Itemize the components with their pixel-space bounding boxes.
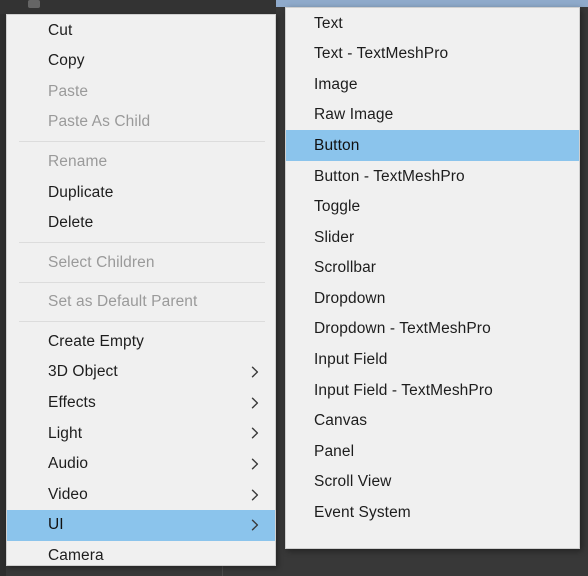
- menu-item-label: Dropdown - TextMeshPro: [314, 320, 491, 338]
- menu-item-label: Camera: [48, 547, 104, 565]
- menu-item-label: Cut: [48, 21, 73, 39]
- menu-separator: [19, 321, 265, 323]
- submenu-item-panel[interactable]: Panel: [286, 436, 579, 467]
- submenu-item-canvas[interactable]: Canvas: [286, 406, 579, 437]
- menu-item-duplicate[interactable]: Duplicate: [7, 177, 275, 208]
- menu-item-label: Delete: [48, 214, 94, 232]
- menu-separator: [19, 141, 265, 143]
- menu-item-paste: Paste: [7, 76, 275, 107]
- menu-item-label: Event System: [314, 504, 411, 522]
- menu-item-label: Image: [314, 75, 358, 93]
- menu-item-label: Select Children: [48, 253, 155, 271]
- menu-item-label: Create Empty: [48, 332, 144, 350]
- submenu-item-scroll-view[interactable]: Scroll View: [286, 467, 579, 498]
- window-titlebar-strip: [276, 0, 588, 7]
- submenu-item-scrollbar[interactable]: Scrollbar: [286, 253, 579, 284]
- menu-item-label: Text: [314, 14, 343, 32]
- menu-item-ui[interactable]: UI: [7, 509, 275, 541]
- menu-item-camera[interactable]: Camera: [7, 541, 275, 572]
- menu-item-label: Set as Default Parent: [48, 293, 198, 311]
- menu-item-label: Canvas: [314, 412, 368, 430]
- menu-item-label: Button: [314, 136, 360, 154]
- menu-item-select-children: Select Children: [7, 247, 275, 278]
- submenu-item-button-textmeshpro[interactable]: Button - TextMeshPro: [286, 161, 579, 192]
- editor-toolbar-strip: [0, 0, 276, 14]
- chevron-right-icon: [250, 458, 260, 470]
- menu-item-label: 3D Object: [48, 363, 118, 381]
- chevron-right-icon: [250, 366, 260, 378]
- menu-item-label: Paste As Child: [48, 113, 151, 131]
- menu-item-label: Panel: [314, 442, 355, 460]
- menu-separator: [19, 281, 265, 283]
- chevron-right-icon: [250, 489, 260, 501]
- submenu-item-event-system[interactable]: Event System: [286, 498, 579, 529]
- menu-item-label: Paste: [48, 82, 89, 100]
- menu-item-label: Slider: [314, 228, 355, 246]
- menu-item-label: Input Field: [314, 351, 388, 369]
- menu-item-label: Copy: [48, 52, 85, 70]
- chevron-right-icon: [250, 519, 260, 531]
- menu-item-effects[interactable]: Effects: [7, 388, 275, 419]
- menu-item-label: Duplicate: [48, 183, 114, 201]
- menu-item-paste-as-child: Paste As Child: [7, 107, 275, 138]
- submenu-item-text-textmeshpro[interactable]: Text - TextMeshPro: [286, 39, 579, 70]
- menu-item-label: Effects: [48, 394, 96, 412]
- menu-item-label: Toggle: [314, 198, 361, 216]
- submenu-item-raw-image[interactable]: Raw Image: [286, 100, 579, 131]
- ui-submenu[interactable]: Text Text - TextMeshPro Image Raw Image Butt…: [285, 7, 580, 549]
- menu-item-label: Text - TextMeshPro: [314, 45, 449, 63]
- menu-item-set-as-default-parent: Set as Default Parent: [7, 287, 275, 318]
- submenu-item-input-field-textmeshpro[interactable]: Input Field - TextMeshPro: [286, 375, 579, 406]
- menu-item-light[interactable]: Light: [7, 418, 275, 449]
- submenu-item-dropdown[interactable]: Dropdown: [286, 283, 579, 314]
- menu-item-label: Input Field - TextMeshPro: [314, 381, 493, 399]
- menu-item-video[interactable]: Video: [7, 479, 275, 510]
- menu-item-3d-object[interactable]: 3D Object: [7, 357, 275, 388]
- menu-item-label: Audio: [48, 455, 89, 473]
- submenu-item-slider[interactable]: Slider: [286, 222, 579, 253]
- menu-item-create-empty[interactable]: Create Empty: [7, 326, 275, 357]
- window-icon: [28, 0, 40, 8]
- menu-item-label: Raw Image: [314, 106, 394, 124]
- menu-item-label: Dropdown: [314, 289, 386, 307]
- menu-item-label: Video: [48, 485, 88, 503]
- menu-item-rename: Rename: [7, 146, 275, 177]
- menu-item-label: Scrollbar: [314, 259, 377, 277]
- menu-item-cut[interactable]: Cut: [7, 15, 275, 46]
- submenu-item-input-field[interactable]: Input Field: [286, 345, 579, 376]
- menu-item-label: UI: [48, 516, 64, 534]
- menu-item-label: Rename: [48, 152, 108, 170]
- submenu-item-toggle[interactable]: Toggle: [286, 192, 579, 223]
- menu-item-label: Button - TextMeshPro: [314, 167, 465, 185]
- chevron-right-icon: [250, 427, 260, 439]
- submenu-item-image[interactable]: Image: [286, 69, 579, 100]
- submenu-item-dropdown-textmeshpro[interactable]: Dropdown - TextMeshPro: [286, 314, 579, 345]
- menu-separator: [19, 242, 265, 244]
- menu-item-delete[interactable]: Delete: [7, 208, 275, 239]
- chevron-right-icon: [250, 397, 260, 409]
- menu-item-label: Scroll View: [314, 473, 392, 491]
- hierarchy-context-menu[interactable]: Cut Copy Paste Paste As Child Rename Duplicat…: [6, 14, 276, 566]
- submenu-item-text[interactable]: Text: [286, 8, 579, 39]
- menu-item-copy[interactable]: Copy: [7, 46, 275, 77]
- menu-item-audio[interactable]: Audio: [7, 449, 275, 480]
- submenu-item-button[interactable]: Button: [286, 130, 579, 161]
- menu-item-label: Light: [48, 424, 83, 442]
